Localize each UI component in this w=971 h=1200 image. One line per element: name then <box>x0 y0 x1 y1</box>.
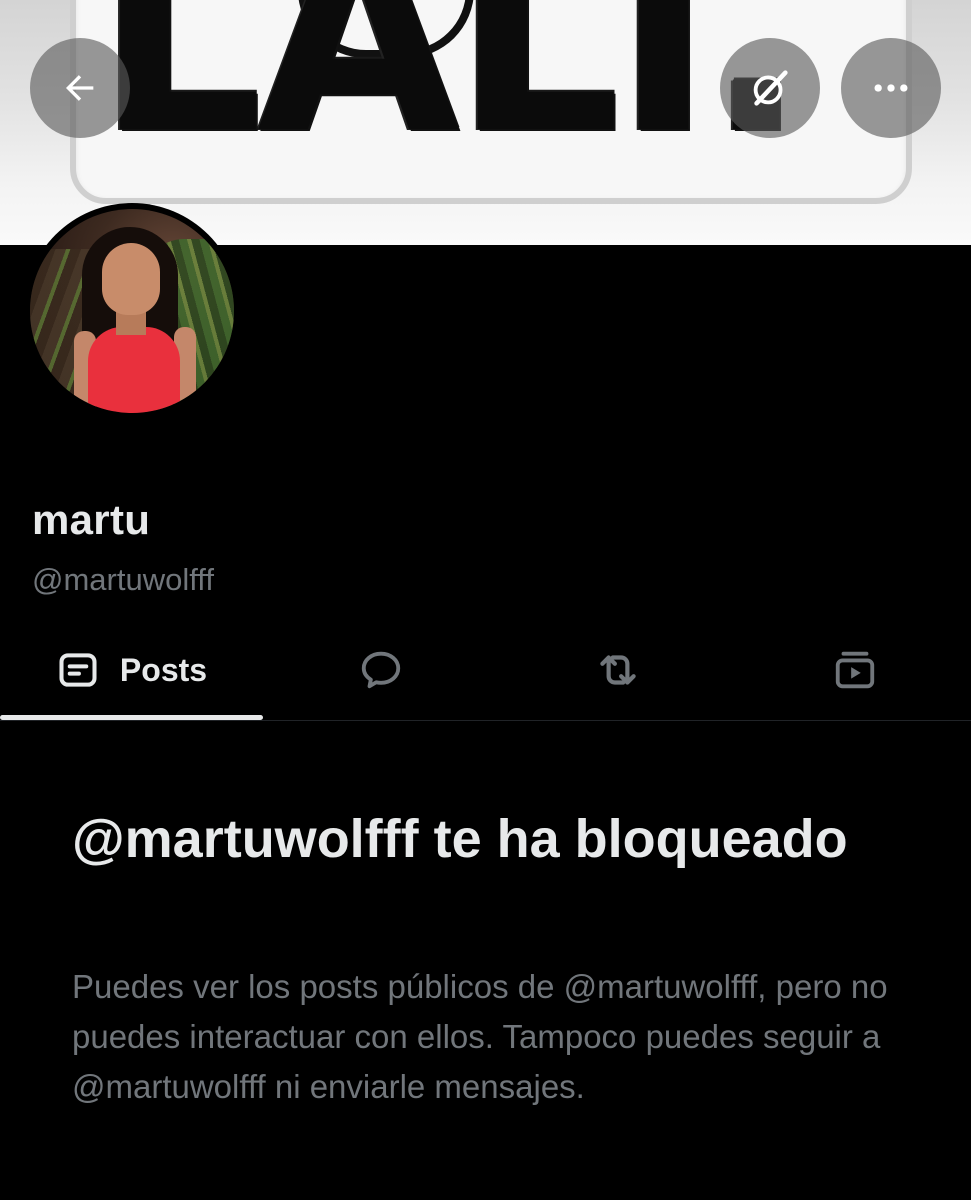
active-tab-indicator <box>0 715 263 720</box>
avatar-photo <box>30 209 234 413</box>
back-button[interactable] <box>30 38 130 138</box>
profile-avatar[interactable] <box>24 203 240 419</box>
arrow-left-icon <box>66 75 94 101</box>
tab-posts[interactable]: Posts <box>0 620 263 720</box>
more-horizontal-icon <box>874 84 908 92</box>
blocked-description: Puedes ver los posts públicos de @martuw… <box>72 968 888 1105</box>
banner-text: LALI. <box>96 0 806 191</box>
profile-handle: @martuwolfff <box>32 562 214 597</box>
blocked-title: @martuwolfff te ha bloqueado <box>72 809 848 869</box>
tab-replies[interactable] <box>263 620 498 720</box>
grok-slash-icon <box>753 70 788 106</box>
more-options-button[interactable] <box>841 38 941 138</box>
posts-icon <box>59 653 97 687</box>
tab-media[interactable] <box>738 620 971 720</box>
profile-display-name: martu <box>32 496 151 543</box>
grok-button[interactable] <box>720 38 820 138</box>
media-play-icon <box>835 651 874 689</box>
tab-reposts[interactable] <box>498 620 738 720</box>
repost-icon <box>600 655 636 685</box>
tab-posts-label: Posts <box>119 651 208 688</box>
profile-tabs: Posts <box>0 620 971 721</box>
reply-bubble-icon <box>361 651 400 689</box>
